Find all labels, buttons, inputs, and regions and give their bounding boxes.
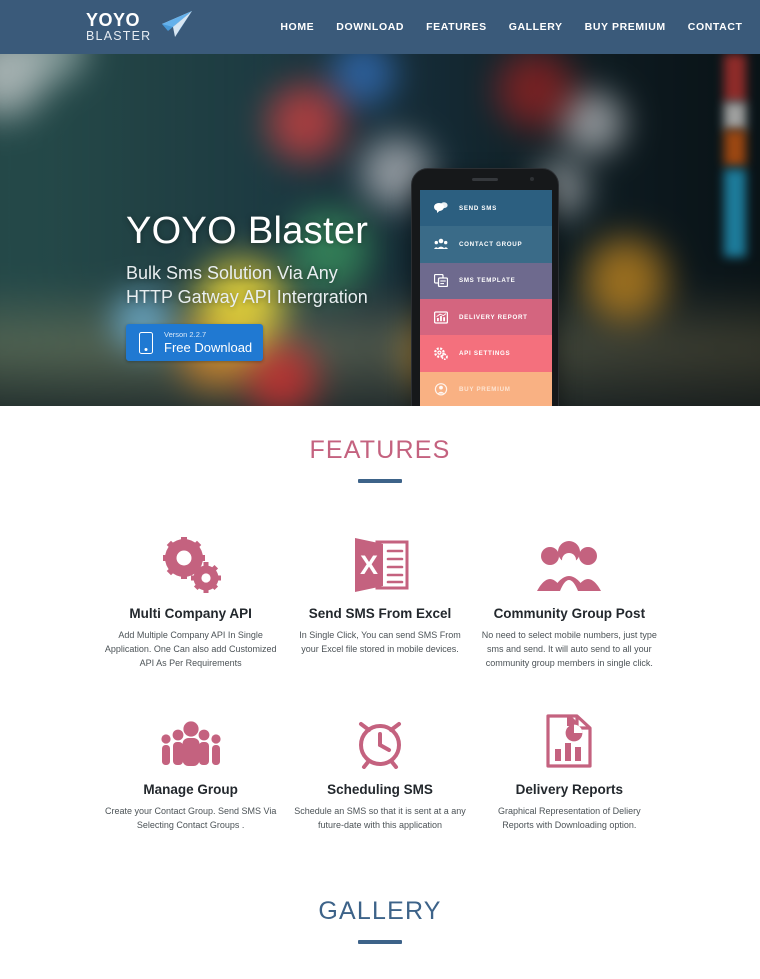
chat-bubbles-icon [433, 201, 448, 216]
feature-description: Create your Contact Group. Send SMS Via … [104, 805, 277, 830]
hero-section: YOYO Blaster Bulk Sms Solution Via Any H… [0, 54, 760, 406]
gallery-heading-rule [358, 939, 402, 944]
main-navigation: HOME DOWNLOAD FEATURES GALLERY BUY PREMI… [280, 21, 742, 33]
download-button-labels: Verson 2.2.7 Free Download [164, 331, 252, 355]
report-document-icon [482, 707, 657, 769]
download-main-label: Free Download [164, 340, 253, 356]
feature-description: In Single Click, You can send SMS From y… [299, 630, 461, 654]
gallery-heading: GALLERY [318, 896, 442, 925]
phone-menu-label: CONTACT GROUP [459, 240, 523, 248]
feature-title: Manage Group [143, 781, 238, 797]
feature-description: Graphical Representation of Deliery Repo… [498, 805, 641, 830]
download-version-label: Verson 2.2.7 [164, 330, 207, 340]
logo-secondary-text: BLASTER [86, 29, 152, 44]
community-group-icon [482, 531, 657, 593]
phone-menu-item-buy-premium[interactable]: BUY PREMIUM [420, 371, 552, 406]
feature-description: Schedule an SMS so that it is sent at a … [294, 805, 466, 830]
features-grid-row-2: Manage Group Create your Contact Group. … [0, 707, 760, 833]
feature-title: Scheduling SMS [327, 781, 433, 797]
phone-menu-label: API SETTINGS [459, 349, 511, 357]
gears-icon [103, 531, 278, 593]
hero-content: YOYO Blaster Bulk Sms Solution Via Any H… [126, 210, 369, 362]
feature-title: Multi Company API [129, 606, 252, 621]
phone-menu-item-sms-template[interactable]: SMS TEMPLATE [420, 262, 552, 299]
phone-menu-item-send-sms[interactable]: SEND SMS [420, 190, 552, 227]
nav-item-home[interactable]: HOME [280, 21, 314, 33]
excel-file-icon: X [292, 531, 467, 593]
feature-card-delivery-reports[interactable]: Delivery Reports Graphical Representatio… [475, 707, 664, 833]
nav-item-gallery[interactable]: GALLERY [509, 21, 563, 33]
feature-card-scheduling-sms[interactable]: Scheduling SMS Schedule an SMS so that i… [285, 707, 474, 833]
feature-card-send-sms-from-excel[interactable]: X Send SMS From Excel In Single Click, Y… [285, 531, 474, 671]
phone-menu-label: BUY PREMIUM [459, 386, 511, 394]
phone-screen: SEND SMS CONTACT GROUP SMS TEMPLATE DELI… [420, 190, 552, 406]
feature-card-multi-company-api[interactable]: Multi Company API Add Multiple Company A… [96, 531, 285, 671]
template-stack-icon [433, 273, 448, 288]
nav-item-buy-premium[interactable]: BUY PREMIUM [585, 21, 666, 33]
svg-text:X: X [360, 550, 378, 580]
people-group-icon [433, 237, 448, 252]
phone-mockup: SEND SMS CONTACT GROUP SMS TEMPLATE DELI… [411, 168, 559, 406]
features-heading: FEATURES [309, 436, 451, 464]
hero-subtitle-line-2: HTTP Gatway API Intergration [126, 287, 368, 308]
feature-description: Add Multiple Company API In Single Appli… [104, 630, 277, 668]
hero-overlay [0, 54, 760, 406]
phone-menu-label: SMS TEMPLATE [459, 277, 516, 285]
bar-chart-icon [433, 310, 448, 325]
feature-title: Community Group Post [493, 606, 646, 621]
gear-icon [433, 346, 448, 361]
paper-plane-icon [158, 9, 194, 44]
features-heading-rule [358, 479, 402, 483]
alarm-clock-icon [292, 707, 467, 769]
hero-subtitle: Bulk Sms Solution Via Any HTTP Gatway AP… [126, 261, 368, 310]
phone-menu-item-api-settings[interactable]: API SETTINGS [420, 335, 552, 372]
phone-speaker-icon [472, 178, 498, 181]
logo-primary-text: YOYO [86, 10, 141, 31]
features-grid-row-1: Multi Company API Add Multiple Company A… [0, 531, 760, 671]
nav-item-contact[interactable]: CONTACT [688, 21, 743, 33]
site-header: YOYO BLASTER HOME DOWNLOAD FEATURES GALL… [0, 0, 760, 54]
free-download-button[interactable]: Verson 2.2.7 Free Download [126, 324, 263, 362]
hero-subtitle-line-1: Bulk Sms Solution Via Any [126, 262, 338, 283]
feature-card-community-group-post[interactable]: Community Group Post No need to select m… [475, 531, 664, 671]
nav-item-download[interactable]: DOWNLOAD [336, 21, 404, 33]
phone-menu-label: SEND SMS [459, 204, 497, 212]
phone-menu-item-contact-group[interactable]: CONTACT GROUP [420, 226, 552, 263]
premium-user-icon [433, 382, 448, 397]
logo-text: YOYO BLASTER [86, 11, 151, 43]
nav-item-features[interactable]: FEATURES [426, 21, 487, 33]
phone-camera-icon [530, 177, 534, 181]
gallery-section: GALLERY [0, 896, 760, 979]
feature-card-manage-group[interactable]: Manage Group Create your Contact Group. … [96, 707, 285, 833]
feature-title: Delivery Reports [515, 781, 623, 797]
feature-title: Send SMS From Excel [308, 606, 452, 621]
manage-group-icon [103, 707, 278, 769]
site-logo[interactable]: YOYO BLASTER [86, 9, 194, 44]
hero-title: YOYO Blaster [126, 210, 369, 252]
mobile-phone-icon [139, 331, 153, 354]
features-section: FEATURES Multi Company API Add Multiple … [0, 406, 760, 833]
feature-description: No need to select mobile numbers, just t… [481, 630, 657, 668]
phone-menu-item-delivery-report[interactable]: DELIVERY REPORT [420, 298, 552, 336]
phone-menu-label: DELIVERY REPORT [459, 313, 528, 321]
